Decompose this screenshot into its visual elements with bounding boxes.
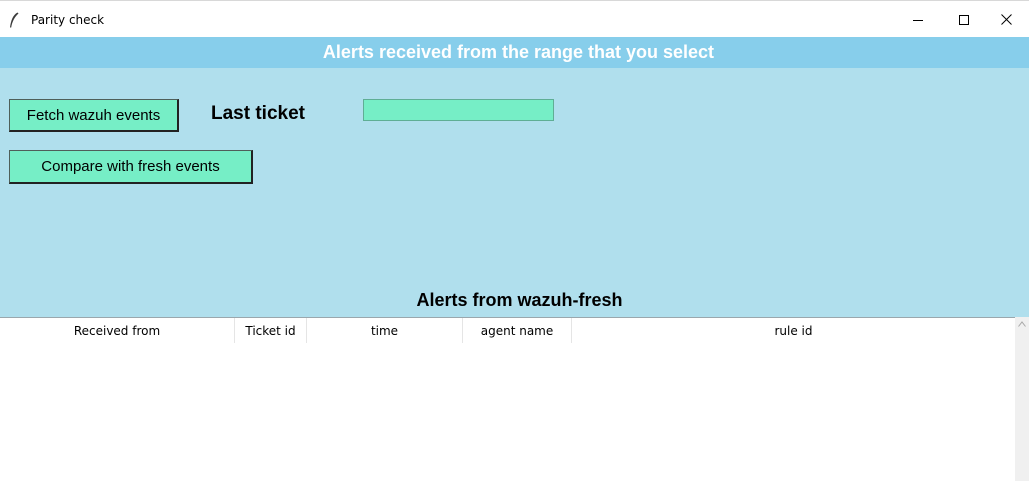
last-ticket-input[interactable] (363, 99, 554, 121)
window-title: Parity check (31, 13, 105, 27)
table-title: Alerts from wazuh-fresh (416, 290, 623, 310)
compare-with-fresh-events-button[interactable]: Compare with fresh events (9, 150, 253, 184)
alerts-table: Received from Ticket id time agent name … (0, 317, 1029, 481)
close-icon (1000, 14, 1012, 25)
fetch-wazuh-events-button[interactable]: Fetch wazuh events (9, 99, 179, 132)
last-ticket-label: Last ticket (211, 103, 305, 124)
title-bar: Parity check (0, 0, 1029, 37)
scroll-up-arrow-icon[interactable] (1018, 321, 1026, 327)
maximize-button[interactable] (941, 1, 987, 38)
column-header-ticket-id[interactable]: Ticket id (235, 318, 307, 343)
header-title: Alerts received from the range that you … (322, 42, 715, 62)
minimize-button[interactable] (895, 1, 941, 38)
table-header: Received from Ticket id time agent name … (0, 317, 1015, 343)
minimize-icon (913, 19, 923, 21)
feather-icon (10, 12, 19, 28)
maximize-icon (959, 14, 969, 25)
control-panel: Fetch wazuh events Last ticket Compare w… (0, 68, 1029, 317)
header-band: Alerts received from the range that you … (0, 37, 1029, 68)
column-header-rule-id[interactable]: rule id (572, 318, 1015, 343)
close-button[interactable] (983, 1, 1029, 38)
vertical-scrollbar[interactable] (1015, 317, 1029, 481)
column-header-agent-name[interactable]: agent name (463, 318, 572, 343)
column-header-received-from[interactable]: Received from (0, 318, 235, 343)
column-header-time[interactable]: time (307, 318, 463, 343)
